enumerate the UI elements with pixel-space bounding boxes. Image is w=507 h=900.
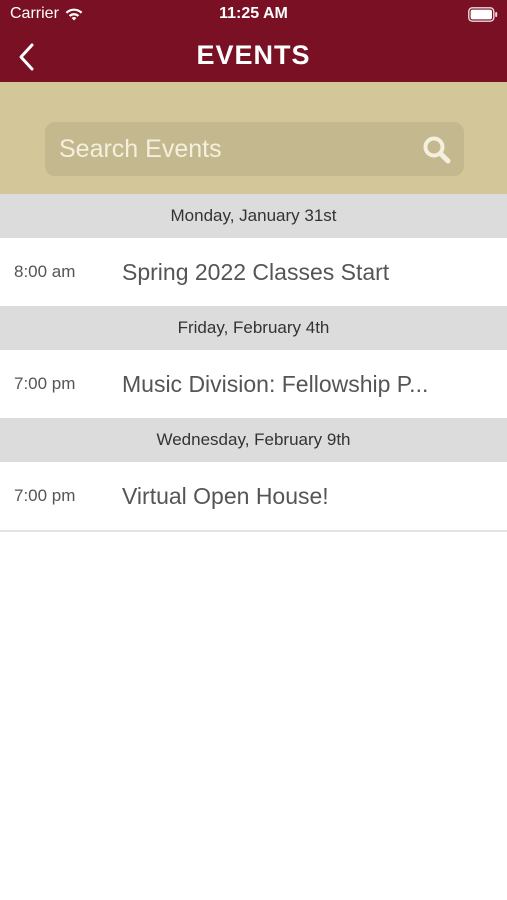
header: Carrier 11:25 AM EVENTS — [0, 0, 507, 82]
event-row[interactable]: 7:00 pm Virtual Open House! — [0, 462, 507, 530]
battery-icon — [468, 7, 498, 22]
date-header: Monday, January 31st — [0, 194, 507, 238]
date-header: Wednesday, February 9th — [0, 418, 507, 462]
event-row[interactable]: 7:00 pm Music Division: Fellowship P... — [0, 350, 507, 418]
event-time: 7:00 pm — [14, 486, 76, 505]
event-title: Spring 2022 Classes Start — [122, 259, 390, 285]
nav-bar: EVENTS — [0, 30, 507, 82]
events-screen: Carrier 11:25 AM EVENTS Search Events Mo… — [0, 0, 507, 900]
event-title: Music Division: Fellowship P... — [122, 371, 429, 397]
search-area — [0, 82, 507, 194]
event-time: 7:00 pm — [14, 374, 76, 393]
date-header: Friday, February 4th — [0, 306, 507, 350]
event-title: Virtual Open House! — [122, 483, 329, 509]
event-row[interactable]: 8:00 am Spring 2022 Classes Start — [0, 238, 507, 306]
list-divider — [0, 530, 507, 532]
search-icon[interactable] — [422, 135, 452, 165]
event-time: 8:00 am — [14, 262, 76, 281]
search-box[interactable] — [45, 122, 464, 176]
events-list: Monday, January 31st 8:00 am Spring 2022… — [0, 194, 507, 532]
search-input[interactable] — [59, 122, 419, 176]
status-bar: Carrier 11:25 AM — [0, 0, 507, 30]
status-time: 11:25 AM — [219, 5, 288, 22]
page-title: EVENTS — [196, 40, 311, 70]
